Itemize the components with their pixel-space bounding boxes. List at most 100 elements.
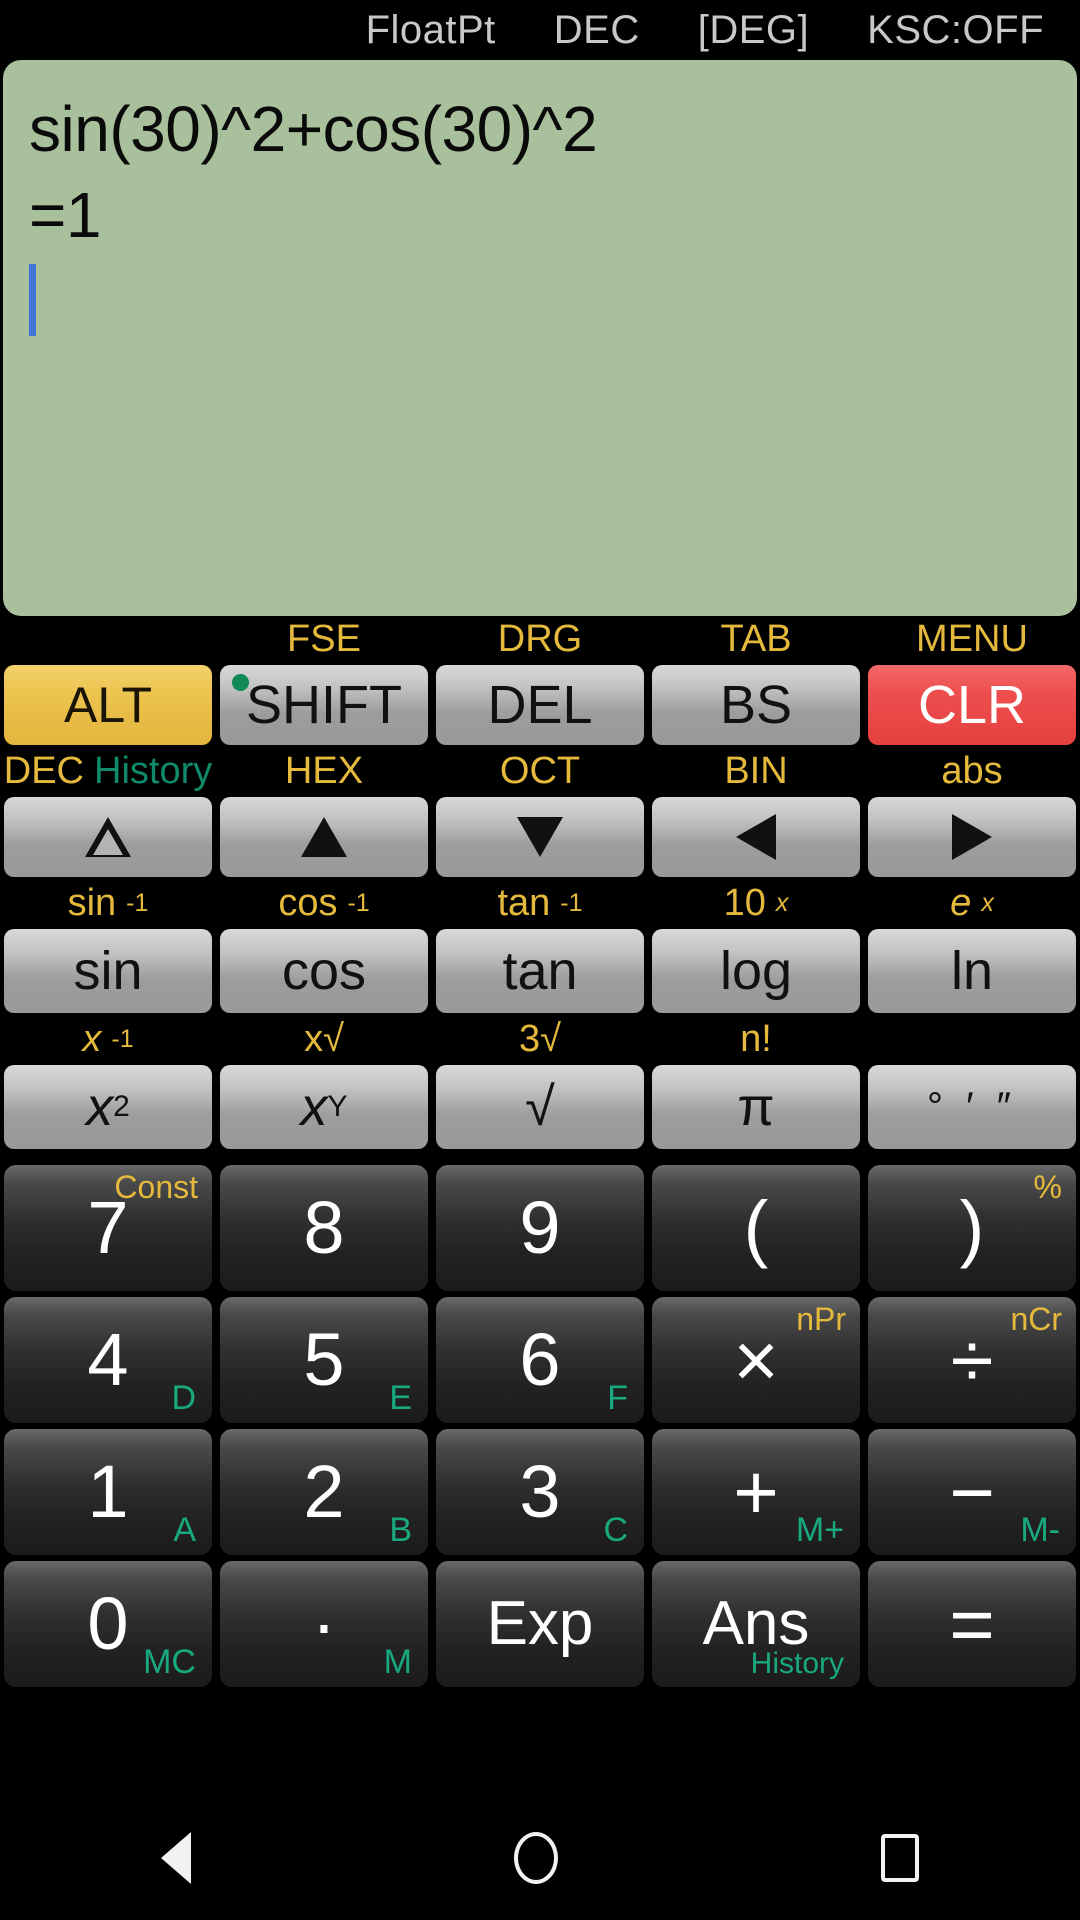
- triangle-down-icon: [517, 817, 563, 857]
- arrow-left-key[interactable]: [652, 797, 860, 877]
- key-cell: 3 C: [432, 1426, 648, 1558]
- key-cell: % ): [864, 1162, 1080, 1294]
- tan-key[interactable]: tan: [436, 929, 644, 1013]
- keypad-row-7: 1 A 2 B 3 C + M+ − M-: [0, 1426, 1080, 1558]
- caption-e-power-x: ex: [950, 882, 994, 924]
- dms-key[interactable]: ° ′ ″: [868, 1065, 1076, 1149]
- alt-key[interactable]: ALT: [4, 665, 212, 745]
- sin-key[interactable]: sin: [4, 929, 212, 1013]
- caption-dec: DEC: [3, 750, 84, 792]
- ln-key[interactable]: ln: [868, 929, 1076, 1013]
- decimal-point-key-memory-label: M: [383, 1643, 412, 1681]
- exp-key-label: Exp: [486, 1589, 594, 1658]
- caption-alt: [0, 616, 216, 662]
- triangle-right-icon: [952, 814, 992, 860]
- keypad-row-6: 4 D 5 E 6 F nPr × nCr ÷: [0, 1294, 1080, 1426]
- log-key-label: log: [719, 941, 793, 1001]
- key-cell: − M-: [864, 1426, 1080, 1558]
- del-key[interactable]: DEL: [436, 665, 644, 745]
- pi-key[interactable]: π: [652, 1065, 860, 1149]
- arrow-right-key[interactable]: [868, 797, 1076, 877]
- recents-icon[interactable]: [880, 1834, 919, 1882]
- equals-key[interactable]: =: [868, 1561, 1076, 1687]
- keypad-row-8: 0 MC · M Exp Ans History =: [0, 1558, 1080, 1690]
- del-key-label: DEL: [487, 675, 593, 735]
- home-icon[interactable]: [513, 1832, 558, 1884]
- two-key-hex-label: B: [389, 1511, 412, 1549]
- key-cell: FSE SHIFT: [216, 616, 432, 748]
- key-cell: 6 F: [432, 1294, 648, 1426]
- key-cell: x -1 x2: [0, 1016, 216, 1152]
- page-up-key[interactable]: [4, 797, 212, 877]
- key-cell: ex ln: [864, 880, 1080, 1016]
- six-key[interactable]: 6 F: [436, 1297, 644, 1423]
- eight-key[interactable]: 8: [220, 1165, 428, 1291]
- two-key[interactable]: 2 B: [220, 1429, 428, 1555]
- key-cell: 0 MC: [0, 1558, 216, 1690]
- zero-key[interactable]: 0 MC: [4, 1561, 212, 1687]
- plus-key-memory-label: M+: [795, 1511, 844, 1549]
- seven-key[interactable]: Const 7: [4, 1165, 212, 1291]
- open-paren-key[interactable]: (: [652, 1165, 860, 1291]
- six-key-label: 6: [519, 1318, 561, 1401]
- caption-oct: OCT: [499, 750, 581, 792]
- status-base: DEC: [553, 7, 640, 52]
- caption-history: History: [94, 750, 213, 792]
- equals-key-label: =: [949, 1580, 995, 1668]
- back-icon[interactable]: [161, 1832, 192, 1884]
- key-cell: TAB BS: [648, 616, 864, 748]
- key-cell: x√ xY: [216, 1016, 432, 1152]
- keypad-row-3: sin -1 sin cos -1 cos tan -1 tan 10 x lo…: [0, 880, 1080, 1016]
- decimal-point-key[interactable]: · M: [220, 1561, 428, 1687]
- two-key-label: 2: [303, 1450, 345, 1533]
- key-cell: + M+: [648, 1426, 864, 1558]
- key-cell: abs: [864, 748, 1080, 880]
- five-key[interactable]: 5 E: [220, 1297, 428, 1423]
- plus-key[interactable]: + M+: [652, 1429, 860, 1555]
- keypad-row-1: ALT FSE SHIFT DRG DEL TAB BS MENU CLR: [0, 616, 1080, 748]
- status-number-format: FloatPt: [365, 7, 496, 52]
- dms-key-label: ° ′ ″: [927, 1084, 1017, 1129]
- square-root-key[interactable]: √: [436, 1065, 644, 1149]
- multiply-key-alt-label: nPr: [796, 1301, 846, 1337]
- four-key[interactable]: 4 D: [4, 1297, 212, 1423]
- text-cursor: [29, 264, 36, 336]
- log-key[interactable]: log: [652, 929, 860, 1013]
- minus-key[interactable]: − M-: [868, 1429, 1076, 1555]
- cos-key[interactable]: cos: [220, 929, 428, 1013]
- shift-key-label: SHIFT: [246, 675, 402, 735]
- nine-key[interactable]: 9: [436, 1165, 644, 1291]
- multiply-key[interactable]: nPr ×: [652, 1297, 860, 1423]
- five-key-hex-label: E: [389, 1379, 412, 1417]
- keypad: ALT FSE SHIFT DRG DEL TAB BS MENU CLR DE…: [0, 616, 1080, 1796]
- x-power-y-key[interactable]: xY: [220, 1065, 428, 1149]
- caption-hex: HEX: [284, 750, 364, 792]
- exp-key[interactable]: Exp: [436, 1561, 644, 1687]
- pi-key-label: π: [737, 1077, 775, 1137]
- keypad-row-2: DEC History HEX OCT BIN abs: [0, 748, 1080, 880]
- close-paren-key-alt-label: %: [1033, 1169, 1062, 1205]
- caption-bin: BIN: [724, 750, 788, 792]
- three-key-label: 3: [519, 1450, 561, 1533]
- calculator-display[interactable]: sin(30)^2+cos(30)^2 =1: [3, 60, 1077, 616]
- one-key[interactable]: 1 A: [4, 1429, 212, 1555]
- key-cell: sin -1 sin: [0, 880, 216, 1016]
- caption-text: sin: [67, 882, 117, 924]
- backspace-key[interactable]: BS: [652, 665, 860, 745]
- six-key-hex-label: F: [607, 1379, 628, 1417]
- x-squared-key[interactable]: x2: [4, 1065, 212, 1149]
- arrow-up-key[interactable]: [220, 797, 428, 877]
- three-key[interactable]: 3 C: [436, 1429, 644, 1555]
- android-navigation-bar: [0, 1796, 1080, 1920]
- caption-arcsin: sin -1: [67, 882, 149, 924]
- keypad-row-4: x -1 x2 x√ xY 3√ √ n! π ° ′ ″: [0, 1016, 1080, 1152]
- ans-key[interactable]: Ans History: [652, 1561, 860, 1687]
- key-cell: 10 x log: [648, 880, 864, 1016]
- shift-key[interactable]: SHIFT: [220, 665, 428, 745]
- divide-key[interactable]: nCr ÷: [868, 1297, 1076, 1423]
- arrow-down-key[interactable]: [436, 797, 644, 877]
- key-cell: · M: [216, 1558, 432, 1690]
- clr-key[interactable]: CLR: [868, 665, 1076, 745]
- close-paren-key[interactable]: % ): [868, 1165, 1076, 1291]
- caption-menu: MENU: [916, 618, 1028, 660]
